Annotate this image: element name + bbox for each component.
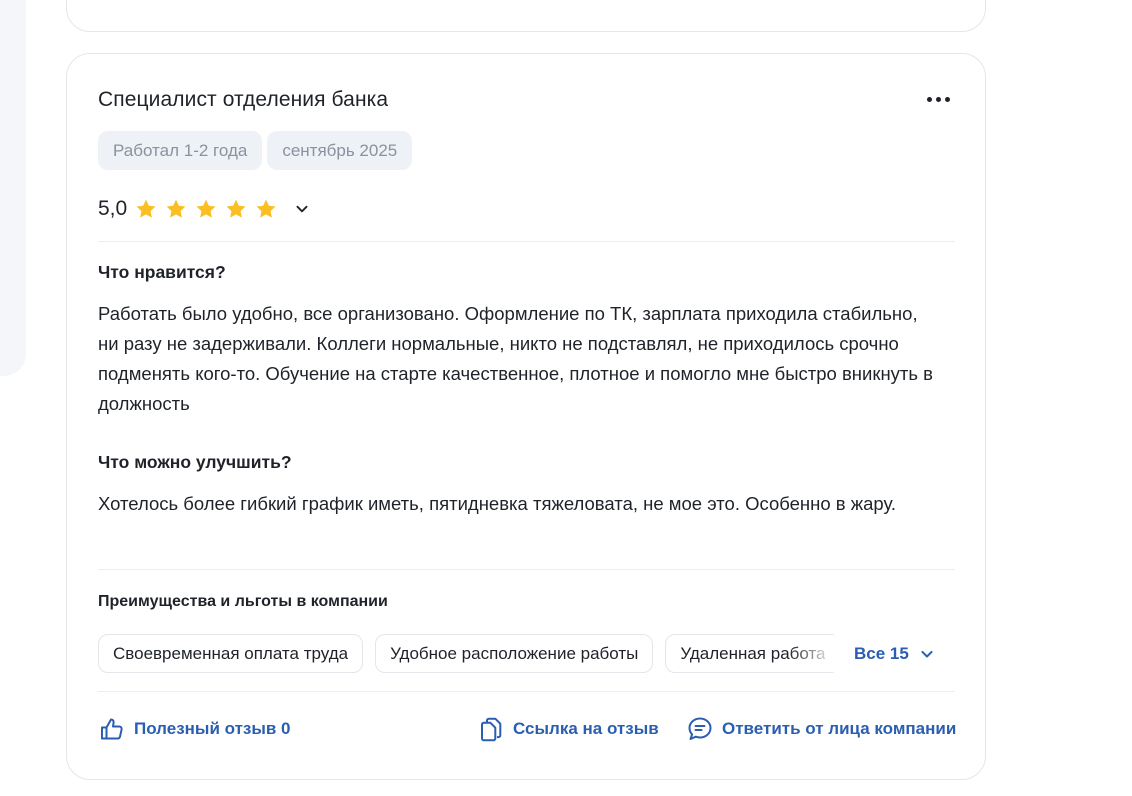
star-icon xyxy=(166,199,186,218)
more-options-icon[interactable] xyxy=(922,88,954,110)
helpful-review-button[interactable]: Полезный отзыв 0 xyxy=(98,714,291,744)
review-card: Специалист отделения банка Работал 1-2 г… xyxy=(66,53,986,780)
improve-heading: Что можно улучшить? xyxy=(98,452,292,472)
see-all-benefits-button[interactable]: Все 15 xyxy=(834,634,937,674)
chevron-down-icon xyxy=(921,650,933,658)
benefit-chip[interactable]: Своевременная оплата труда xyxy=(98,634,364,673)
divider xyxy=(98,691,955,692)
previous-review-card xyxy=(66,0,986,32)
divider xyxy=(98,241,955,242)
star-icon xyxy=(136,199,156,218)
star-icon xyxy=(226,199,246,218)
benefits-title: Преимущества и льготы в компании xyxy=(98,593,388,610)
reply-as-company-button[interactable]: Ответить от лица компании xyxy=(686,714,956,744)
rating: 5,0 xyxy=(98,197,313,221)
chevron-down-icon[interactable] xyxy=(291,198,313,220)
star-icon xyxy=(196,199,216,218)
review-link-button[interactable]: Ссылка на отзыв xyxy=(477,714,659,744)
improve-text: Хотелось более гибкий график иметь, пяти… xyxy=(98,493,897,514)
comment-icon xyxy=(688,717,712,740)
likes-heading: Что нравится? xyxy=(98,262,226,282)
star-icon xyxy=(256,199,276,218)
copy-link-icon xyxy=(481,717,502,742)
likes-text: Работать было удобно, все организовано. … xyxy=(98,303,933,414)
rating-value: 5,0 xyxy=(98,197,128,220)
thumbs-up-icon xyxy=(101,718,123,740)
review-tags: Работал 1-2 года сентябрь 2025 xyxy=(98,131,413,170)
benefit-chip[interactable]: Удаленная работа xyxy=(665,634,842,673)
side-panel xyxy=(0,0,26,376)
benefit-chip[interactable]: Удобное расположение работы xyxy=(375,634,654,673)
tag-review-date: сентябрь 2025 xyxy=(267,131,413,170)
helpful-review-label: Полезный отзыв 0 xyxy=(134,719,291,738)
rating-stars xyxy=(135,198,277,220)
review-title: Специалист отделения банка xyxy=(98,88,389,111)
review-link-label: Ссылка на отзыв xyxy=(513,719,659,738)
divider xyxy=(98,569,955,570)
tag-work-duration: Работал 1-2 года xyxy=(98,131,263,170)
see-all-label: Все 15 xyxy=(854,644,909,663)
benefits-list: Своевременная оплата труда Удобное распо… xyxy=(98,634,958,674)
reply-as-company-label: Ответить от лица компании xyxy=(722,719,957,738)
